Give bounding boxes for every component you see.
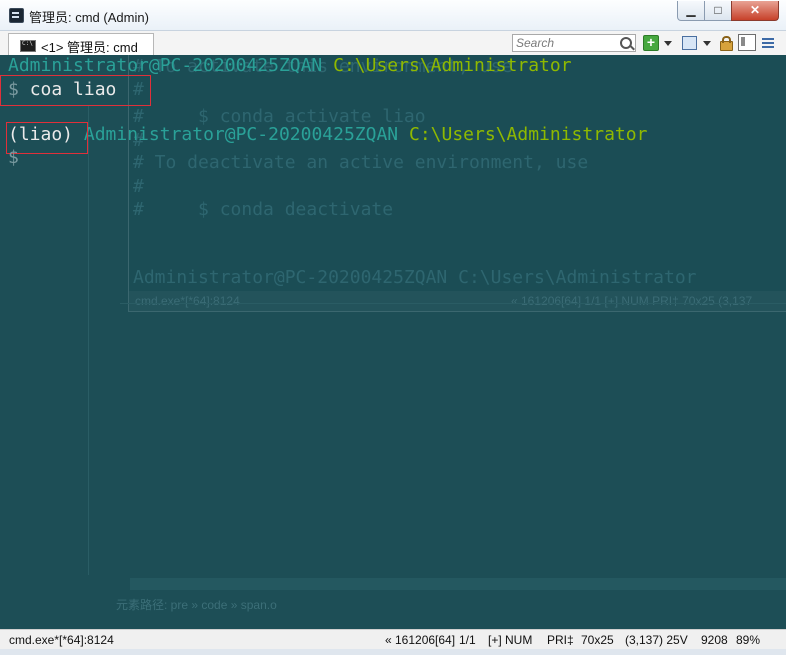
prompt-line-1: Administrator@PC-20200425ZQAN C:\Users\A… — [8, 55, 572, 77]
window-layout-icon[interactable] — [682, 36, 697, 50]
layout-dropdown-icon[interactable] — [703, 41, 711, 46]
console-tab-icon — [20, 40, 36, 52]
status-flags: [+] NUM — [488, 633, 533, 647]
status-process: cmd.exe*[*64]:8124 — [9, 633, 114, 647]
console-area[interactable]: cmd.exe*[*64]:8124 « 161206[64] 1/1 [+] … — [0, 55, 786, 629]
ghost-divider — [88, 105, 89, 575]
prompt-user-host: Administrator@PC-20200425ZQAN — [8, 55, 323, 76]
close-button[interactable]: ✕ — [731, 1, 779, 21]
search-placeholder: Search — [516, 36, 555, 50]
ghost-line: Administrator@PC-20200425ZQAN C:\Users\A… — [133, 267, 697, 288]
status-pages: 1/1 — [459, 633, 476, 647]
status-pid: 9208 — [701, 633, 728, 647]
tab-label: <1> 管理员: cmd — [41, 40, 138, 55]
new-console-dropdown-icon[interactable] — [664, 41, 672, 46]
prompt-path: C:\Users\Administrator — [409, 124, 648, 145]
status-bar: cmd.exe*[*64]:8124 « 161206[64] 1/1 [+] … — [0, 629, 786, 650]
ghost-line: # — [133, 176, 144, 197]
status-priority: PRI‡ — [547, 633, 574, 647]
window-title: 管理员: cmd (Admin) — [29, 10, 149, 25]
status-cursor: (3,137) 25V — [625, 633, 688, 647]
status-build: « 161206[64] — [385, 633, 456, 647]
console-app-icon — [9, 8, 24, 23]
prompt-line-2: (liao) Administrator@PC-20200425ZQAN C:\… — [8, 124, 647, 146]
tab-console-1[interactable]: <1> 管理员: cmd — [8, 33, 154, 55]
ghost-line: # $ conda deactivate — [133, 199, 394, 220]
ghost-scrollbar — [130, 578, 786, 590]
title-bar: 管理员: cmd (Admin) ▁ □ ✕ — [0, 0, 786, 31]
input-line[interactable]: $ — [8, 147, 19, 169]
highlight-box-command — [0, 75, 151, 106]
panel-toggle-icon[interactable] — [738, 34, 756, 51]
maximize-button[interactable]: □ — [704, 1, 732, 21]
ghost-line: # To deactivate an active environment, u… — [133, 152, 589, 173]
tab-bar: <1> 管理员: cmd Search + — [0, 31, 786, 56]
ghost-element-path: 元素路径: pre » code » span.o — [116, 598, 277, 612]
status-zoom: 89% — [736, 633, 761, 647]
prompt-path: C:\Users\Administrator — [333, 55, 572, 76]
prompt-dollar: $ — [8, 147, 19, 168]
new-console-button[interactable]: + — [643, 35, 659, 51]
ghost-editor-frame — [120, 303, 786, 604]
search-input[interactable]: Search — [512, 34, 636, 52]
search-icon[interactable] — [620, 37, 632, 49]
minimize-button[interactable]: ▁ — [677, 1, 705, 21]
lock-icon[interactable] — [720, 36, 733, 51]
status-size: 70x25 — [581, 633, 614, 647]
prompt-user-host: Administrator@PC-20200425ZQAN — [83, 124, 399, 145]
hamburger-menu-icon[interactable] — [762, 38, 774, 40]
window-bottom-edge — [0, 649, 786, 655]
